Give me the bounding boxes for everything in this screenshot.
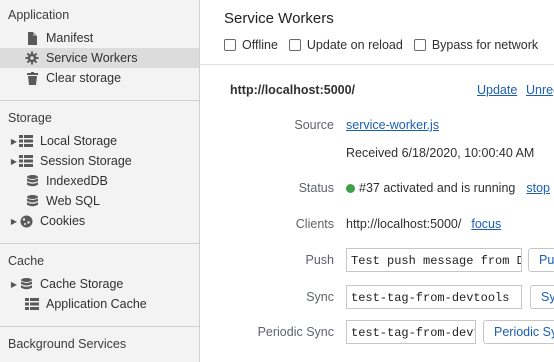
service-workers-panel: Service Workers Offline Update on reload… <box>200 0 554 362</box>
document-icon <box>24 31 40 45</box>
periodic-sync-button[interactable]: Periodic Sync <box>483 320 554 344</box>
focus-link[interactable]: focus <box>471 217 501 231</box>
expand-arrow-icon[interactable]: ▶ <box>10 280 18 289</box>
status-label: Status <box>298 181 334 195</box>
grid-icon <box>24 297 40 311</box>
divider <box>0 100 199 101</box>
sidebar-item-session-storage[interactable]: ▶ Session Storage <box>0 151 199 171</box>
expand-arrow-icon[interactable]: ▶ <box>10 157 18 166</box>
section-header-background-services: Background Services <box>8 337 127 351</box>
gear-icon <box>24 51 40 65</box>
trash-icon <box>24 71 40 85</box>
section-header-storage: Storage <box>8 111 52 125</box>
source-file-link[interactable]: service-worker.js <box>346 118 439 132</box>
client-url: http://localhost:5000/ <box>346 217 462 231</box>
sidebar: Application Manifest Service Workers Cle… <box>0 0 200 362</box>
push-message-input[interactable]: Test push message from DevTools. <box>346 248 522 272</box>
sidebar-item-web-sql[interactable]: Web SQL <box>0 191 199 211</box>
grid-icon <box>18 134 34 148</box>
sync-label: Sync <box>306 290 334 304</box>
push-label: Push <box>305 253 335 267</box>
checkbox-box[interactable] <box>288 39 301 51</box>
periodic-sync-label: Periodic Sync <box>257 325 334 339</box>
grid-icon <box>18 154 34 168</box>
database-icon <box>24 174 40 188</box>
update-link[interactable]: Update <box>477 83 517 97</box>
sidebar-item-clear-storage[interactable]: Clear storage <box>0 68 199 88</box>
sidebar-item-indexeddb[interactable]: IndexedDB <box>0 171 199 191</box>
checkbox-box[interactable] <box>224 39 236 51</box>
divider <box>0 326 199 327</box>
database-icon <box>24 194 40 208</box>
sync-button[interactable]: Sync <box>530 285 554 309</box>
worker-origin: http://localhost:5000/ <box>230 83 356 97</box>
sidebar-item-cookies[interactable]: ▶ Cookies <box>0 211 199 231</box>
section-header-cache: Cache <box>8 254 45 268</box>
status-text: #37 activated and is running <box>359 181 516 195</box>
sidebar-item-local-storage[interactable]: ▶ Local Storage <box>0 131 199 151</box>
sidebar-item-cache-storage[interactable]: ▶ Cache Storage <box>0 274 199 294</box>
expand-arrow-icon[interactable]: ▶ <box>10 137 18 146</box>
stop-link[interactable]: stop <box>526 181 550 195</box>
expand-arrow-icon[interactable]: ▶ <box>10 217 18 226</box>
periodic-sync-tag-input[interactable]: test-tag-from-devtools <box>346 320 476 344</box>
bypass-for-network-checkbox[interactable]: Bypass for network <box>413 38 538 52</box>
sidebar-item-application-cache[interactable]: Application Cache <box>0 294 199 314</box>
divider <box>200 64 554 65</box>
unregister-link[interactable]: Unregister <box>526 83 554 97</box>
options-toolbar: Offline Update on reload Bypass for netw… <box>224 38 549 52</box>
database-icon <box>18 277 34 291</box>
push-button[interactable]: Push <box>528 248 554 272</box>
update-on-reload-checkbox[interactable]: Update on reload <box>288 38 403 52</box>
source-label: Source <box>294 118 334 132</box>
sidebar-item-service-workers[interactable]: Service Workers <box>0 48 199 68</box>
page-title: Service Workers <box>224 10 334 27</box>
sync-tag-input[interactable]: test-tag-from-devtools <box>346 285 522 309</box>
received-timestamp: Received 6/18/2020, 10:00:40 AM <box>346 146 535 160</box>
sidebar-item-manifest[interactable]: Manifest <box>0 28 199 48</box>
clients-label: Clients <box>295 217 334 231</box>
section-header-application: Application <box>8 8 70 22</box>
checkbox-box[interactable] <box>413 39 426 51</box>
status-dot-icon <box>346 183 355 193</box>
divider <box>0 243 199 244</box>
offline-checkbox[interactable]: Offline <box>224 38 278 52</box>
cookie-icon <box>18 214 34 228</box>
